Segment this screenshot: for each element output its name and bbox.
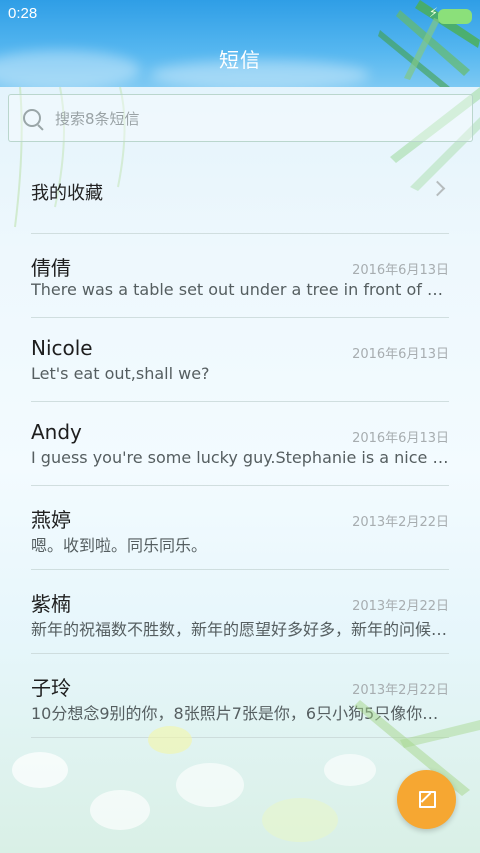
search-input[interactable]: 搜索8条短信 xyxy=(8,94,473,142)
message-row[interactable]: 倩倩 2016年6月13日 There was a table set out … xyxy=(31,234,449,318)
message-date: 2016年6月13日 xyxy=(352,263,449,278)
message-date: 2013年2月22日 xyxy=(352,599,449,614)
favorites-label: 我的收藏 xyxy=(31,183,103,204)
page-title: 短信 xyxy=(219,48,261,72)
message-date: 2016年6月13日 xyxy=(352,431,449,446)
contact-name: Nicole xyxy=(31,336,93,360)
status-time: 0:28 xyxy=(8,5,38,22)
message-preview: 嗯。收到啦。同乐同乐。 xyxy=(31,536,208,555)
message-date: 2016年6月13日 xyxy=(352,347,449,362)
message-preview: There was a table set out under a tree i… xyxy=(31,280,449,299)
message-row[interactable]: Nicole 2016年6月13日 Let's eat out,shall we… xyxy=(31,318,449,402)
message-row[interactable]: Andy 2016年6月13日 I guess you're some luck… xyxy=(31,402,449,486)
message-date: 2013年2月22日 xyxy=(352,515,449,530)
battery-icon xyxy=(438,9,472,24)
contact-name: 子玲 xyxy=(31,676,71,700)
contact-name: 倩倩 xyxy=(31,256,71,280)
favorites-row[interactable]: 我的收藏 xyxy=(31,150,449,234)
chevron-right-icon xyxy=(429,180,446,197)
charging-icon: ⚡ xyxy=(428,6,438,21)
message-preview: I guess you're some lucky guy.Stephanie … xyxy=(31,448,449,467)
message-row[interactable]: 燕婷 2013年2月22日 嗯。收到啦。同乐同乐。 xyxy=(31,486,449,570)
search-placeholder: 搜索8条短信 xyxy=(55,110,140,128)
compose-button[interactable] xyxy=(397,770,456,829)
message-row[interactable]: 紫楠 2013年2月22日 新年的祝福数不胜数，新年的愿望好多好多，新年的问候送… xyxy=(31,570,449,654)
message-preview: 新年的祝福数不胜数，新年的愿望好多好多，新年的问候送给你 xyxy=(31,620,449,639)
contact-name: 紫楠 xyxy=(31,592,71,616)
header: 0:28 ⚡ 短信 xyxy=(0,0,480,87)
message-preview: Let's eat out,shall we? xyxy=(31,364,210,383)
contact-name: Andy xyxy=(31,420,82,444)
contact-name: 燕婷 xyxy=(31,508,71,532)
message-date: 2013年2月22日 xyxy=(352,683,449,698)
search-icon xyxy=(23,109,41,127)
status-bar: 0:28 ⚡ xyxy=(0,0,480,28)
compose-icon xyxy=(419,791,436,808)
